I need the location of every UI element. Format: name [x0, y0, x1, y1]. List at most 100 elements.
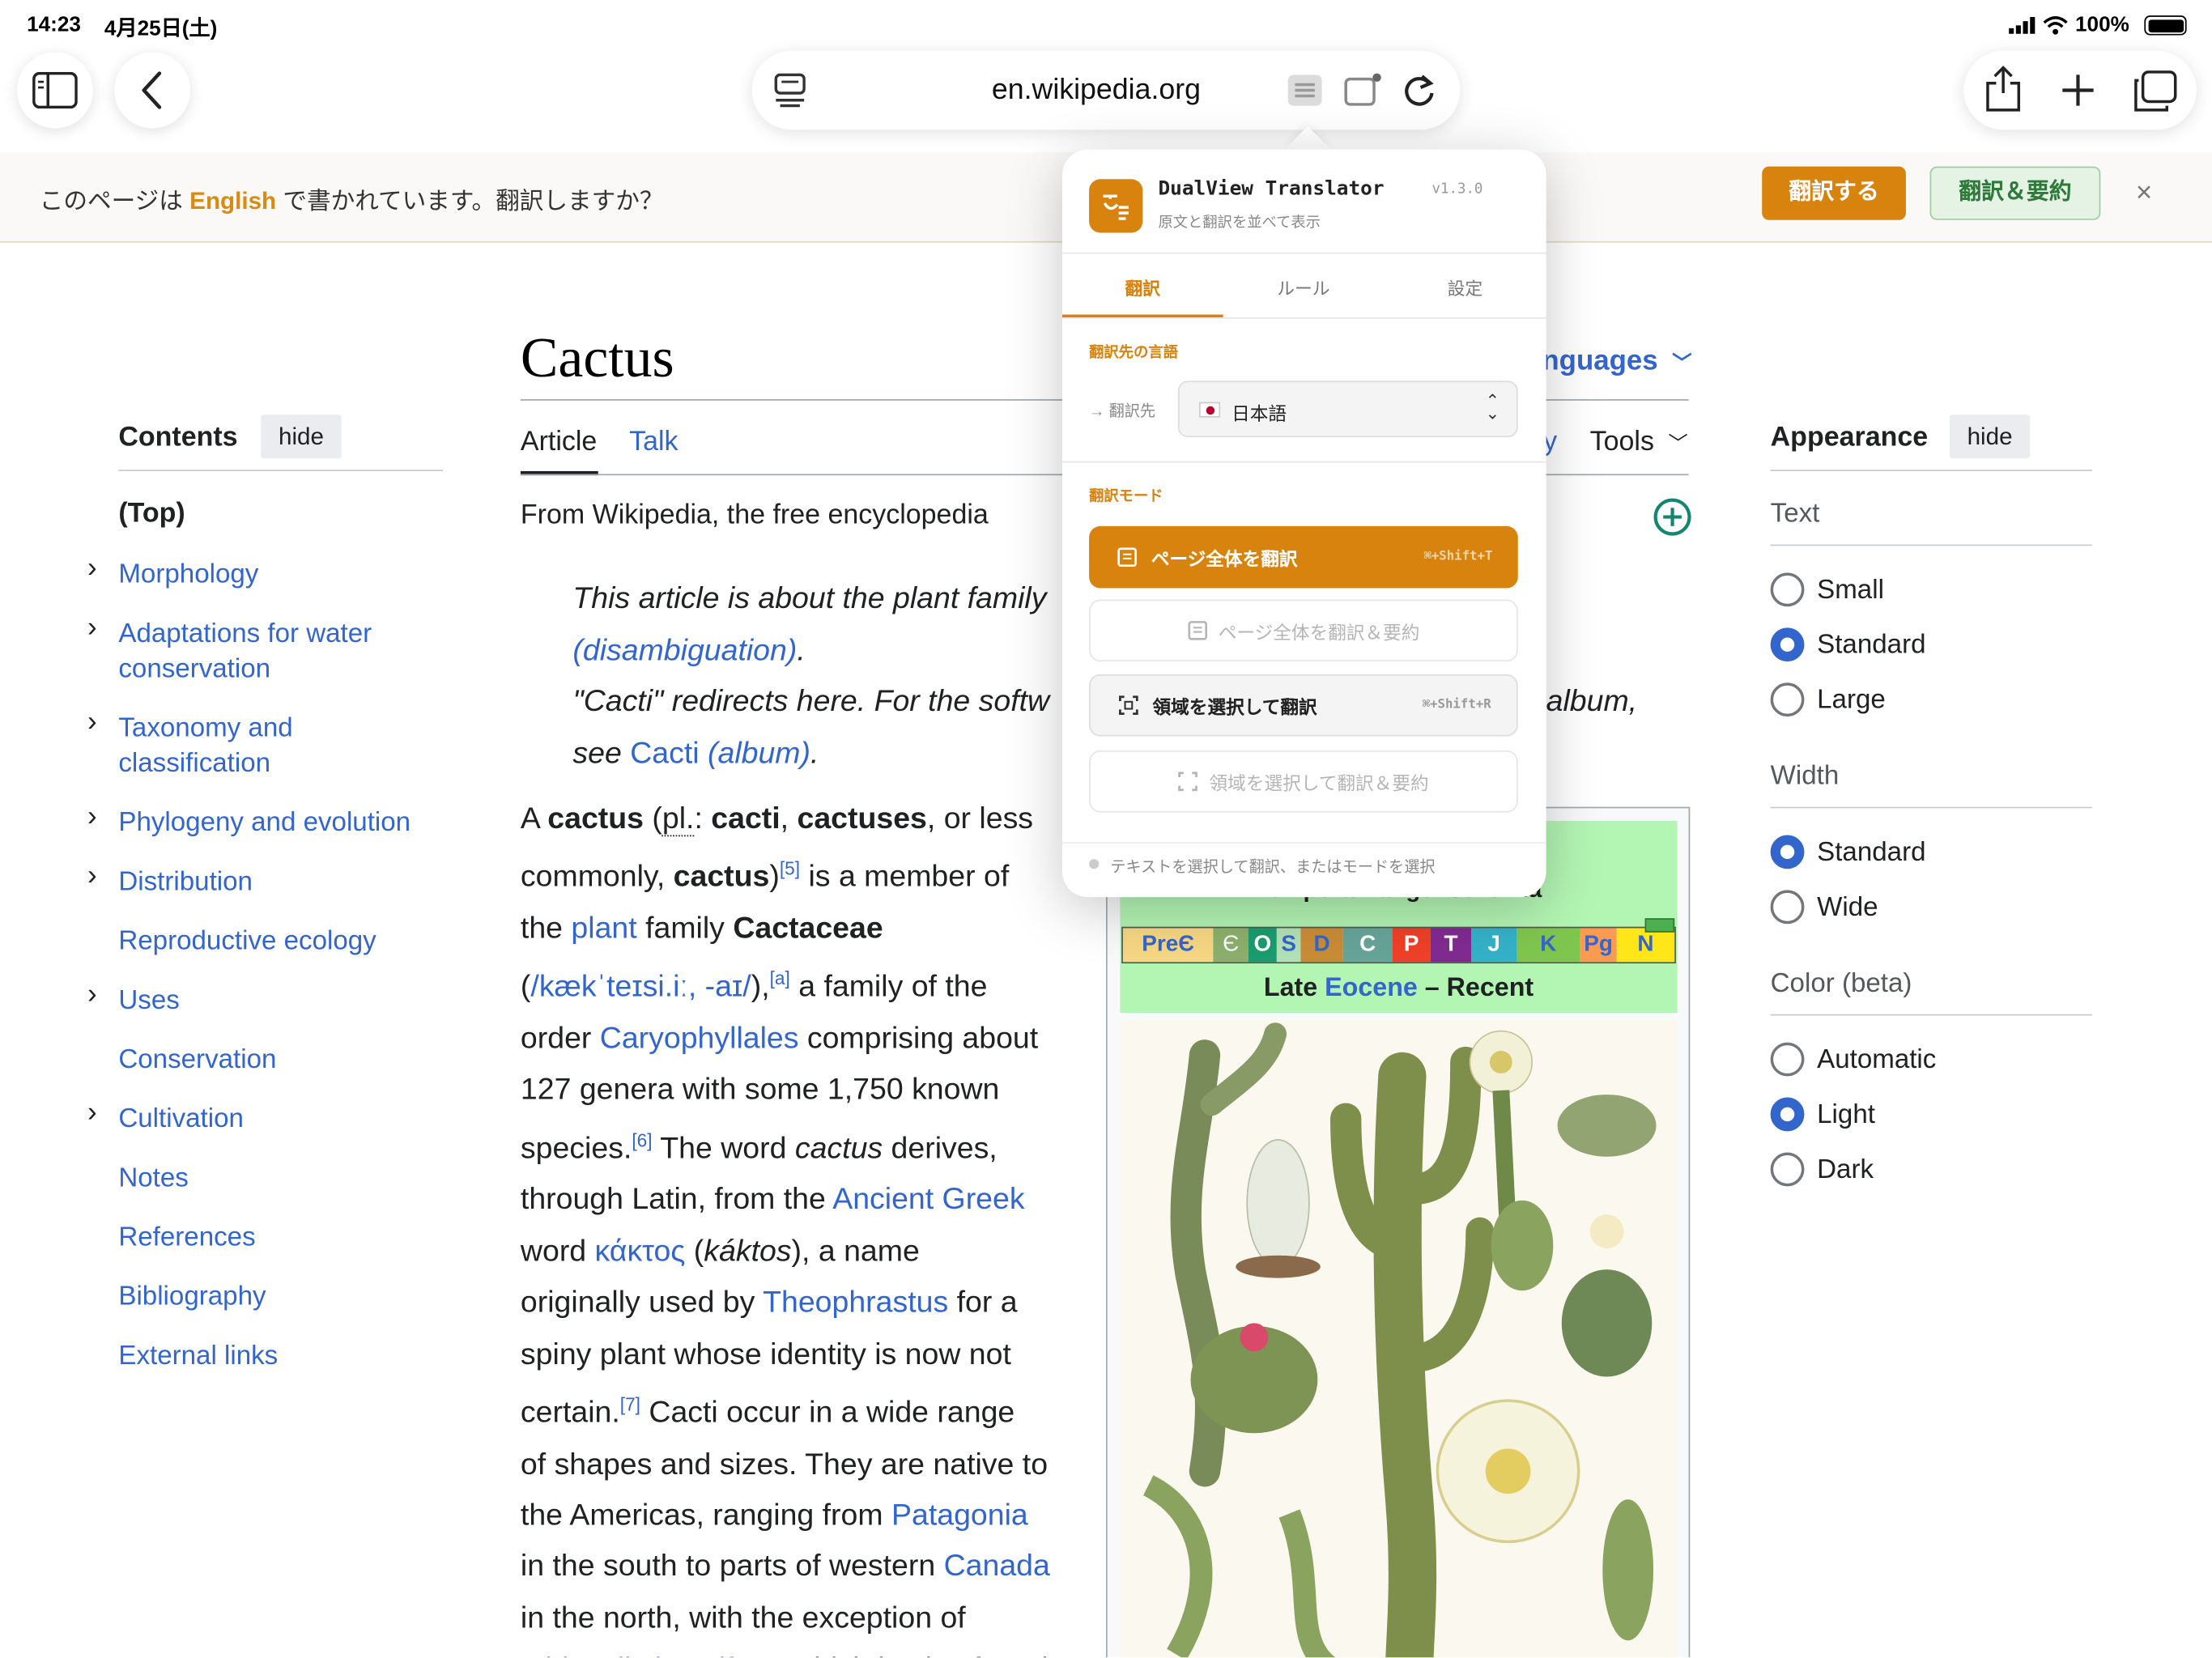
- toc-item-adaptations-cont[interactable]: conservation: [118, 652, 270, 687]
- translate-summary-page-button[interactable]: ページ全体を翻訳＆要約: [1089, 599, 1518, 662]
- text-small-label[interactable]: Small: [1817, 576, 1884, 606]
- language-select[interactable]: 日本語 ⌃ ⌄: [1177, 380, 1518, 438]
- period-neogene[interactable]: N: [1616, 928, 1675, 963]
- toc-item-conservation[interactable]: Conservation: [118, 1043, 276, 1078]
- toc-expand-icon[interactable]: ›: [87, 801, 97, 834]
- right-toolbar: [1963, 50, 2197, 130]
- close-icon[interactable]: ×: [2136, 178, 2152, 210]
- page-menu-icon[interactable]: [774, 73, 806, 108]
- japan-flag-icon: [1198, 402, 1221, 418]
- tab-rules[interactable]: ルール: [1223, 274, 1385, 300]
- text-large-label[interactable]: Large: [1817, 686, 1886, 716]
- text-standard-label[interactable]: Standard: [1817, 631, 1925, 661]
- languages-button[interactable]: nguages ﹀: [1542, 346, 1691, 378]
- color-light-label[interactable]: Light: [1817, 1100, 1875, 1131]
- translate-button[interactable]: 翻訳する: [1762, 166, 1906, 220]
- toc-item-taxonomy-cont[interactable]: classification: [118, 746, 270, 782]
- toc-item-morphology[interactable]: Morphology: [118, 557, 258, 593]
- toc-item-external-links[interactable]: External links: [118, 1338, 278, 1374]
- toc-expand-icon[interactable]: ›: [87, 707, 97, 739]
- tab-settings[interactable]: 設定: [1384, 274, 1546, 300]
- select-region-icon: [1119, 695, 1138, 716]
- wifi-icon: [2043, 16, 2068, 35]
- translate-summary-button[interactable]: 翻訳＆要約: [1929, 166, 2101, 220]
- color-divider: [1770, 1014, 2092, 1016]
- toc-expand-icon[interactable]: ›: [87, 861, 97, 893]
- translate-region-button[interactable]: 領域を選択して翻訳 ⌘+Shift+R: [1089, 674, 1518, 737]
- cactus-illustration[interactable]: [1120, 1019, 1678, 1658]
- header-divider: [1061, 252, 1546, 254]
- toc-item-distribution[interactable]: Distribution: [118, 865, 253, 900]
- toc-item-adaptations[interactable]: Adaptations for water: [118, 616, 372, 652]
- toc-item-notes[interactable]: Notes: [118, 1161, 188, 1197]
- radio-color-dark[interactable]: [1770, 1152, 1805, 1187]
- hatnote-disambiguation-link[interactable]: (disambiguation): [572, 632, 797, 666]
- width-standard-label[interactable]: Standard: [1817, 838, 1925, 869]
- period-precambrian[interactable]: PreЄ: [1122, 928, 1214, 963]
- reload-icon[interactable]: [1401, 72, 1437, 108]
- sidebar-toggle-button[interactable]: [16, 52, 93, 129]
- radio-text-standard[interactable]: [1770, 627, 1805, 662]
- reader-icon[interactable]: [1287, 74, 1322, 106]
- appearance-hide-button[interactable]: hide: [1949, 414, 2031, 459]
- radio-color-automatic[interactable]: [1770, 1042, 1805, 1077]
- chevron-down-icon: ﹀: [1672, 351, 1692, 374]
- toc-item-bibliography[interactable]: Bibliography: [118, 1279, 266, 1315]
- color-dark-label[interactable]: Dark: [1817, 1155, 1874, 1186]
- url-text[interactable]: en.wikipedia.org: [992, 74, 1201, 108]
- toc-item-phylogeny[interactable]: Phylogeny and evolution: [118, 806, 410, 841]
- period-carboniferous[interactable]: C: [1342, 928, 1393, 963]
- toc-item-references[interactable]: References: [118, 1220, 255, 1256]
- infobox: Temporal range: 35–0 Ma PreЄ Є O S D C P…: [1106, 806, 1691, 1658]
- eocene-link[interactable]: Eocene: [1325, 971, 1418, 1001]
- cacti-link[interactable]: Cacti: [630, 736, 699, 770]
- toc-item-uses[interactable]: Uses: [118, 983, 179, 1018]
- tabs-icon[interactable]: [2133, 70, 2178, 113]
- period-paleogene[interactable]: Pg: [1580, 928, 1617, 963]
- toc-hide-button[interactable]: hide: [261, 414, 342, 459]
- toc-expand-icon[interactable]: ›: [87, 553, 97, 585]
- battery-percent: 100%: [2074, 12, 2129, 37]
- new-tab-icon[interactable]: [2061, 74, 2095, 108]
- album-link[interactable]: (album): [708, 736, 810, 770]
- radio-text-small[interactable]: [1770, 572, 1805, 607]
- radio-width-wide[interactable]: [1770, 890, 1805, 925]
- radio-text-large[interactable]: [1770, 682, 1805, 717]
- period-silurian[interactable]: S: [1276, 928, 1301, 963]
- add-topic-icon[interactable]: [1653, 498, 1691, 536]
- extension-icon[interactable]: [1343, 70, 1385, 110]
- toc-item-reproductive[interactable]: Reproductive ecology: [118, 924, 376, 959]
- period-triassic[interactable]: T: [1430, 928, 1472, 963]
- signal-icon: [2009, 16, 2035, 34]
- translate-summary-region-button[interactable]: 領域を選択して翻訳＆要約: [1089, 750, 1518, 813]
- period-cambrian[interactable]: Є: [1213, 928, 1249, 963]
- color-automatic-label[interactable]: Automatic: [1817, 1045, 1936, 1076]
- address-bar[interactable]: en.wikipedia.org: [751, 50, 1461, 130]
- period-devonian[interactable]: D: [1300, 928, 1343, 963]
- sidebar-icon: [32, 71, 78, 109]
- back-button[interactable]: [114, 52, 191, 129]
- period-jurassic[interactable]: J: [1471, 928, 1517, 963]
- range-label: Late Eocene – Recent: [1263, 971, 1534, 1002]
- target-language-heading: 翻訳先の言語: [1089, 344, 1178, 362]
- period-ordovician[interactable]: O: [1248, 928, 1277, 963]
- width-wide-label[interactable]: Wide: [1817, 893, 1878, 924]
- toc-item-taxonomy[interactable]: Taxonomy and: [118, 711, 292, 746]
- chevron-down-icon: ﹀: [1668, 432, 1688, 455]
- tab-article[interactable]: Article: [521, 426, 597, 458]
- toc-top[interactable]: (Top): [118, 498, 185, 530]
- period-permian[interactable]: P: [1392, 928, 1431, 963]
- tab-talk[interactable]: Talk: [629, 426, 678, 458]
- translate-page-button[interactable]: ページ全体を翻訳 ⌘+Shift+T: [1089, 525, 1518, 589]
- share-icon[interactable]: [1984, 65, 2023, 113]
- toc-item-cultivation[interactable]: Cultivation: [118, 1102, 244, 1137]
- radio-width-standard[interactable]: [1770, 835, 1805, 869]
- tab-translate[interactable]: 翻訳: [1062, 274, 1223, 300]
- toc-expand-icon[interactable]: ›: [87, 1098, 97, 1130]
- toc-expand-icon[interactable]: ›: [87, 612, 97, 644]
- tools-menu[interactable]: Tools ﹀: [1590, 426, 1688, 458]
- radio-color-light[interactable]: [1770, 1097, 1805, 1132]
- period-cretaceous[interactable]: K: [1516, 928, 1580, 963]
- width-heading: Width: [1770, 761, 1840, 792]
- toc-expand-icon[interactable]: ›: [87, 979, 97, 1011]
